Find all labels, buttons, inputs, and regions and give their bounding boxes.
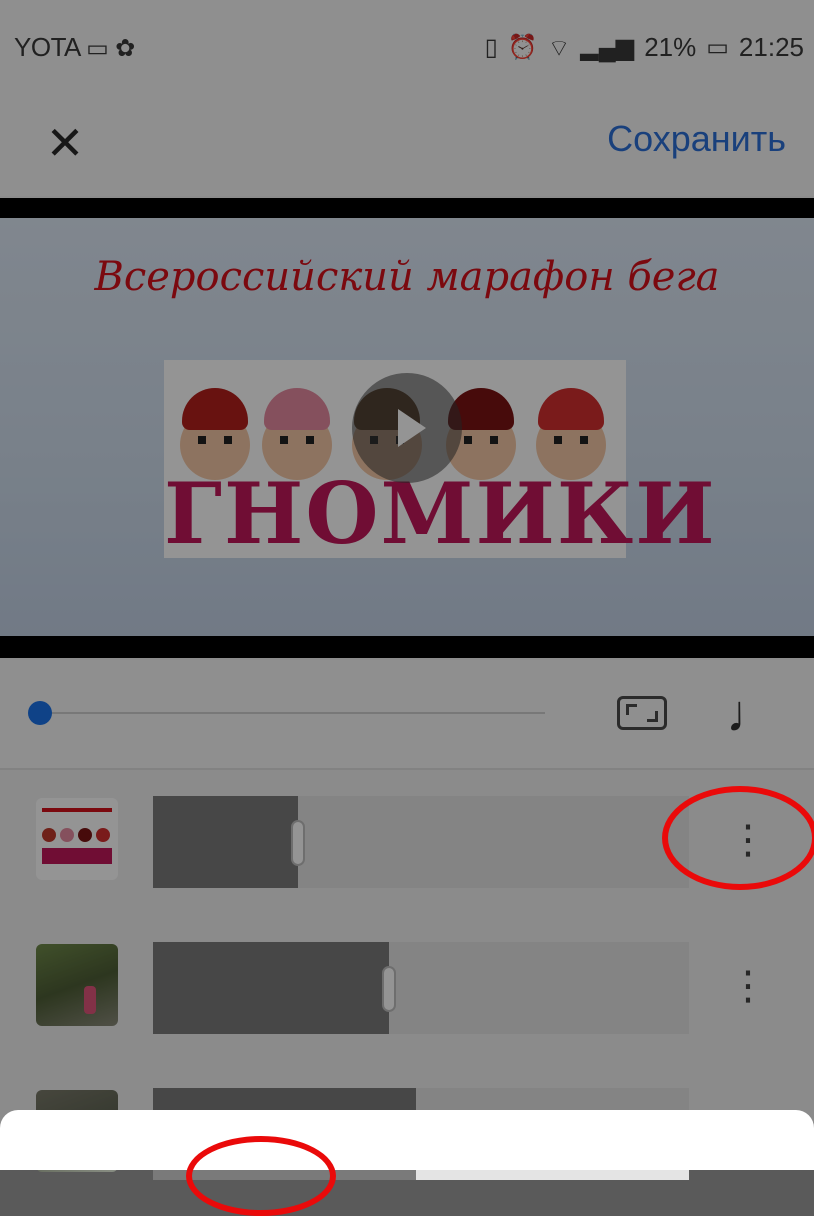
seek-thumb[interactable]	[28, 701, 52, 725]
clip-list: ⋮ ⋮ ⋮	[0, 770, 814, 1180]
seek-bar[interactable]	[28, 701, 545, 725]
clip-trim-bar[interactable]	[153, 796, 689, 888]
sim-card-icon: ▭	[86, 35, 109, 62]
park-photo-thumbnail[interactable]	[36, 944, 118, 1026]
aspect-ratio-icon[interactable]	[617, 696, 667, 730]
video-title-text: Всероссийский марафон бега	[94, 254, 720, 300]
video-frame: Всероссийский марафон бега ГНОМИКИ	[0, 218, 814, 636]
close-icon[interactable]: ✕	[40, 118, 90, 168]
save-button[interactable]: Сохранить	[607, 118, 786, 160]
carrier-label: YOTA	[14, 32, 80, 62]
battery-icon: ▭	[706, 34, 729, 61]
notification-icon: ✿	[115, 35, 135, 62]
bottom-sheet[interactable]	[0, 1110, 814, 1170]
status-bar: YOTA ▭ ✿ ▯ ⏰ ⌔ ▂▄▆ 21% ▭ 21:25	[0, 0, 814, 92]
battery-percent: 21%	[644, 32, 697, 62]
vibrate-icon: ▯	[484, 34, 498, 61]
gnomes-logo-thumbnail[interactable]	[36, 798, 118, 880]
more-vert-icon[interactable]: ⋮	[728, 810, 768, 870]
music-note-icon[interactable]: ♩	[726, 682, 778, 746]
play-button[interactable]	[352, 373, 462, 483]
playback-controls: ♩	[0, 660, 814, 770]
signal-icon: ▂▄▆	[580, 34, 635, 61]
clip-trim-fill	[153, 796, 298, 888]
alarm-icon: ⏰	[507, 34, 538, 61]
status-left: YOTA ▭ ✿	[14, 32, 135, 63]
status-right: ▯ ⏰ ⌔ ▂▄▆ 21% ▭ 21:25	[485, 32, 804, 63]
wifi-icon: ⌔	[547, 34, 571, 62]
trim-handle[interactable]	[382, 966, 396, 1012]
clip-trim-fill	[153, 942, 389, 1034]
more-vert-icon[interactable]: ⋮	[728, 956, 768, 1016]
clip-row: ⋮	[0, 770, 814, 900]
clip-trim-bar[interactable]	[153, 942, 689, 1034]
play-icon	[398, 409, 426, 447]
video-preview[interactable]: Всероссийский марафон бега ГНОМИКИ	[0, 198, 814, 658]
gnomes-logo-text: ГНОМИКИ	[164, 464, 717, 563]
clock: 21:25	[738, 32, 804, 62]
clip-row: ⋮	[0, 916, 814, 1046]
app-bar: ✕ Сохранить	[0, 92, 814, 196]
trim-handle[interactable]	[291, 820, 305, 866]
video-editor-screen: YOTA ▭ ✿ ▯ ⏰ ⌔ ▂▄▆ 21% ▭ 21:25 ✕ Сохрани…	[0, 0, 814, 1180]
